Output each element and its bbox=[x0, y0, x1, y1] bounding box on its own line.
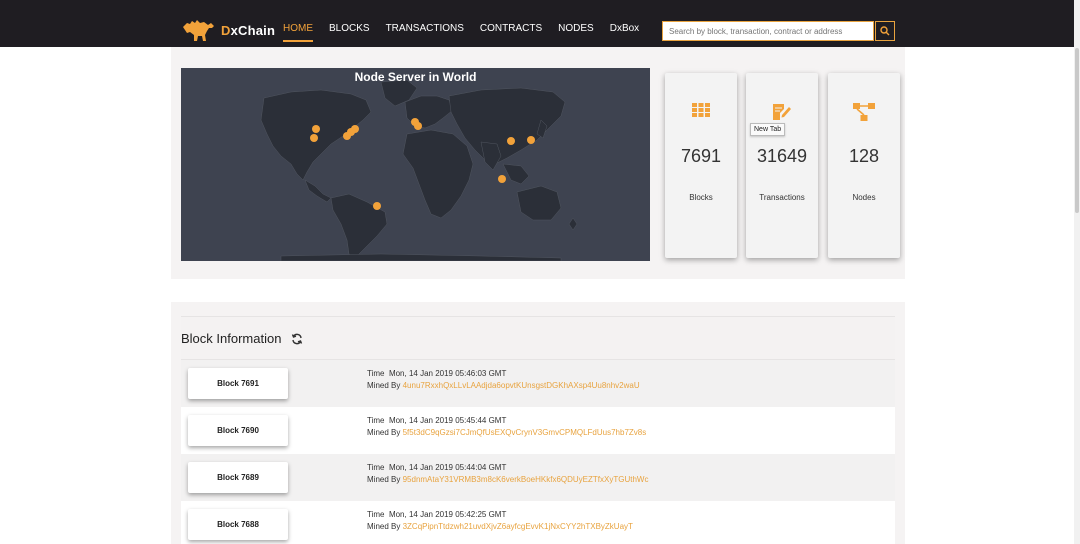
camel-logo-icon bbox=[183, 20, 214, 41]
nav-blocks[interactable]: BLOCKS bbox=[329, 17, 370, 40]
block-button[interactable]: Block 7688 bbox=[188, 509, 288, 540]
block-information-title: Block Information bbox=[181, 331, 282, 346]
nav-contracts[interactable]: CONTRACTS bbox=[480, 17, 542, 40]
stat-label-nodes: Nodes bbox=[852, 193, 876, 202]
nav-transactions[interactable]: TRANSACTIONS bbox=[386, 17, 464, 40]
world-map-graphic bbox=[260, 79, 578, 261]
block-time: Time Mon, 14 Jan 2019 05:45:44 GMT bbox=[367, 416, 507, 425]
search-icon bbox=[880, 26, 890, 36]
stat-label-transactions: Transactions bbox=[759, 193, 805, 202]
block-miner: Mined By 3ZCqPipnTtdzwh21uvdXjvZ6ayfcgEv… bbox=[367, 522, 633, 531]
stat-card-nodes[interactable]: 128 Nodes bbox=[828, 73, 900, 258]
miner-address-link[interactable]: 3ZCqPipnTtdzwh21uvdXjvZ6ayfcgEvvK1jNxCYY… bbox=[403, 522, 633, 531]
block-row: Block 7689 Time Mon, 14 Jan 2019 05:44:0… bbox=[181, 454, 895, 501]
refresh-icon bbox=[291, 333, 303, 345]
block-miner: Mined By 5f5t3dC9qGzsi7CJmQfUsEXQvCrynV3… bbox=[367, 428, 647, 437]
block-row: Block 7688 Time Mon, 14 Jan 2019 05:42:2… bbox=[181, 501, 895, 544]
network-icon bbox=[853, 103, 875, 121]
block-time: Time Mon, 14 Jan 2019 05:44:04 GMT bbox=[367, 463, 507, 472]
world-map: Node Server in World bbox=[181, 68, 650, 261]
dxchain-logo[interactable]: DxChain bbox=[181, 17, 275, 43]
search-button[interactable] bbox=[875, 21, 895, 41]
block-row: Block 7691 Time Mon, 14 Jan 2019 05:46:0… bbox=[181, 360, 895, 407]
nav-home[interactable]: HOME bbox=[283, 17, 313, 42]
block-miner: Mined By 95dnmAtaY31VRMB3m8cK6verkBoeHKk… bbox=[367, 475, 649, 484]
stat-value-blocks: 7691 bbox=[680, 146, 722, 166]
logo-text: DxChain bbox=[221, 22, 276, 38]
scrollbar-thumb[interactable] bbox=[1075, 48, 1079, 213]
stat-value-nodes: 128 bbox=[848, 146, 880, 166]
edit-document-icon bbox=[773, 104, 791, 120]
block-miner: Mined By 4unu7RxxhQxLLvLAAdjda6opvtKUnsg… bbox=[367, 381, 640, 390]
miner-address-link[interactable]: 95dnmAtaY31VRMB3m8cK6verkBoeHKkfx6QDUyEZ… bbox=[403, 475, 649, 484]
stat-label-blocks: Blocks bbox=[689, 193, 713, 202]
refresh-button[interactable] bbox=[291, 332, 303, 350]
block-time: Time Mon, 14 Jan 2019 05:42:25 GMT bbox=[367, 510, 507, 519]
new-tab-tooltip: New Tab bbox=[750, 123, 786, 136]
miner-address-link[interactable]: 5f5t3dC9qGzsi7CJmQfUsEXQvCrynV3GmvCPMQLF… bbox=[403, 428, 647, 437]
block-button[interactable]: Block 7690 bbox=[188, 415, 288, 446]
grid-icon bbox=[692, 103, 710, 117]
block-button[interactable]: Block 7691 bbox=[188, 368, 288, 399]
nav-dxbox[interactable]: DxBox bbox=[610, 17, 639, 40]
map-title: Node Server in World bbox=[354, 70, 477, 84]
search-input[interactable] bbox=[662, 21, 874, 41]
nav-nodes[interactable]: NODES bbox=[558, 17, 594, 40]
block-time: Time Mon, 14 Jan 2019 05:46:03 GMT bbox=[367, 369, 507, 378]
main-nav: HOME BLOCKS TRANSACTIONS CONTRACTS NODES… bbox=[283, 22, 655, 45]
block-row: Block 7690 Time Mon, 14 Jan 2019 05:45:4… bbox=[181, 407, 895, 454]
stat-card-blocks[interactable]: 7691 Blocks bbox=[665, 73, 737, 258]
miner-address-link[interactable]: 4unu7RxxhQxLLvLAAdjda6opvtKUnsgstDGKhAXs… bbox=[403, 381, 640, 390]
stat-card-transactions[interactable]: 31649 Transactions bbox=[746, 73, 818, 258]
block-information-header: Block Information bbox=[181, 316, 895, 360]
stat-value-transactions: 31649 bbox=[756, 146, 808, 166]
block-button[interactable]: Block 7689 bbox=[188, 462, 288, 493]
